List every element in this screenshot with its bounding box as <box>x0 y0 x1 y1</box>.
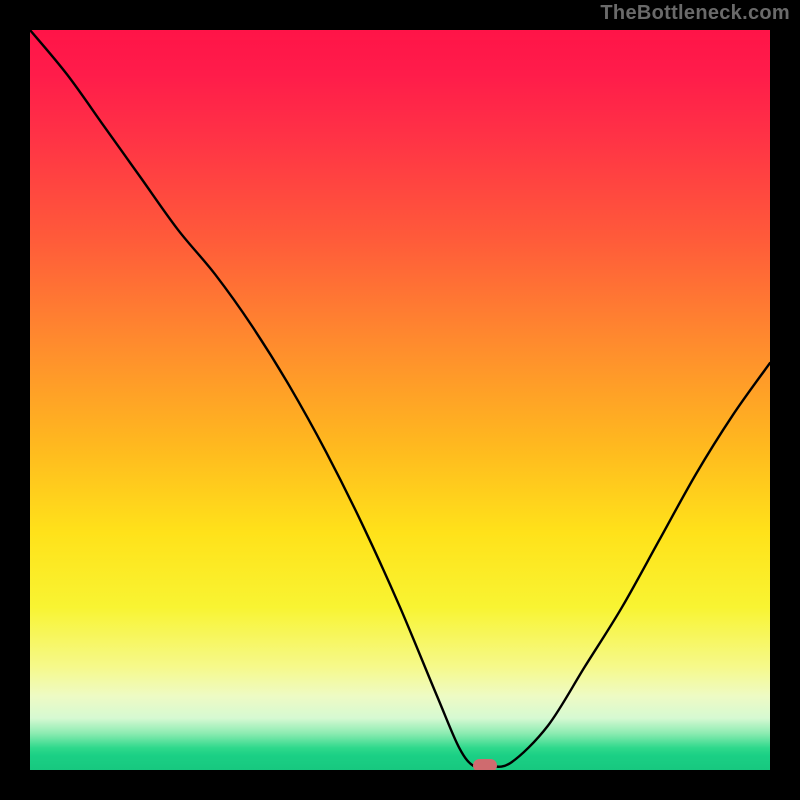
watermark-text: TheBottleneck.com <box>600 2 790 25</box>
plot-area <box>30 30 770 770</box>
curve-path <box>30 30 770 768</box>
optimum-marker <box>473 759 497 770</box>
bottleneck-curve <box>30 30 770 770</box>
chart-frame: TheBottleneck.com <box>0 0 800 800</box>
